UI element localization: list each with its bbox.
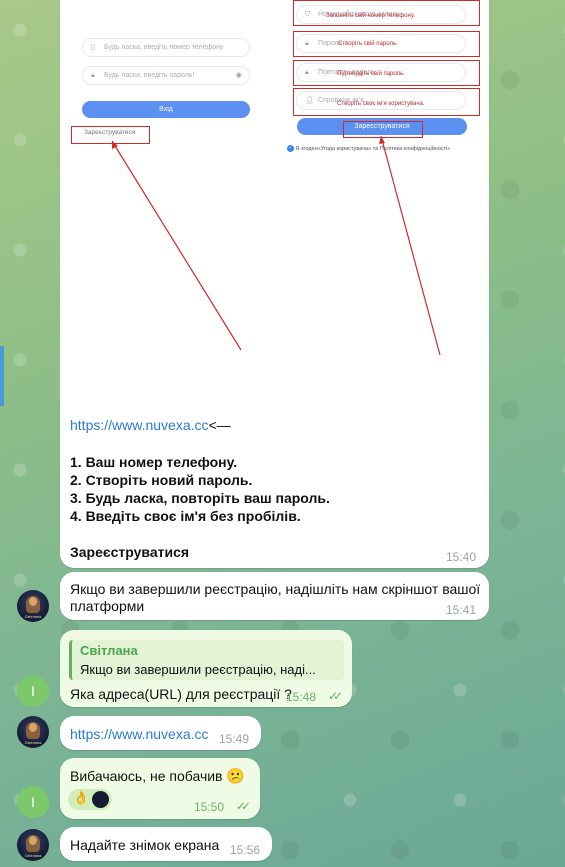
step-1: 1. Ваш номер телефону. — [70, 454, 238, 470]
arrow-left-head — [112, 141, 118, 149]
arrow-right-head — [379, 136, 385, 144]
arrow-right — [380, 135, 441, 356]
message-2-text-line-2: платформи — [70, 598, 145, 614]
step-3: 3. Будь ласка, повторіть ваш пароль. — [70, 490, 330, 506]
message-5-text: Вибачаюсь, не побачив 😕 — [70, 767, 245, 785]
ok-hand-icon: 👌 — [73, 791, 90, 806]
annotation-arrows — [111, 135, 441, 356]
message-4-link[interactable]: https://www.nuvexa.cc — [70, 726, 209, 742]
reaction-avatar — [92, 791, 109, 808]
reply-text: Якщо ви завершили реєстрацію, наді... — [80, 662, 316, 677]
registration-link[interactable]: https://www.nuvexa.cc — [70, 417, 209, 433]
arrow-left — [111, 140, 242, 351]
step-4: 4. Введіть своє ім'я без пробілів. — [70, 508, 301, 524]
reaction-chip[interactable]: 👌 — [68, 789, 112, 810]
avatar-svitlana[interactable]: Світлана — [17, 590, 49, 622]
message-3-text: Яка адреса(URL) для реєстрації ? — [70, 686, 292, 702]
double-check-icon: ✓✓ — [236, 799, 251, 813]
avatar-svitlana[interactable]: Світлана — [17, 716, 49, 748]
message-3-time: 15:48 — [286, 690, 317, 704]
arrow-text: <— — [208, 417, 231, 433]
avatar-svitlana[interactable]: Світлана — [17, 829, 49, 861]
message-5-time: 15:50 — [194, 800, 225, 814]
message-5-body: Вибачаюсь, не побачив — [70, 768, 223, 784]
confused-emoji-icon: 😕 — [226, 768, 246, 785]
avatar-user-i[interactable]: I — [17, 675, 49, 707]
side-indicator — [0, 346, 4, 406]
message-2-text-line-1: Якщо ви завершили реєстрацію, надішліть … — [70, 581, 481, 597]
message-6-text: Надайте знімок екрана — [70, 837, 220, 853]
message-6-time: 15:56 — [230, 843, 261, 857]
reply-author: Світлана — [80, 643, 138, 658]
message-2-time: 15:41 — [446, 603, 477, 617]
message-1-time: 15:40 — [446, 550, 477, 564]
attached-screenshot[interactable]: ▯ Будь ласка, введіть номер телефону 🔒︎ Бу… — [60, 0, 489, 402]
message-1-url-line: https://www.nuvexa.cc<— — [70, 417, 231, 433]
step-2: 2. Створіть новий пароль. — [70, 472, 253, 488]
avatar-user-i[interactable]: I — [17, 786, 49, 818]
message-1-footer: Зареєструватися — [70, 544, 190, 560]
double-check-icon: ✓✓ — [328, 689, 343, 703]
message-4-time: 15:49 — [219, 732, 250, 746]
